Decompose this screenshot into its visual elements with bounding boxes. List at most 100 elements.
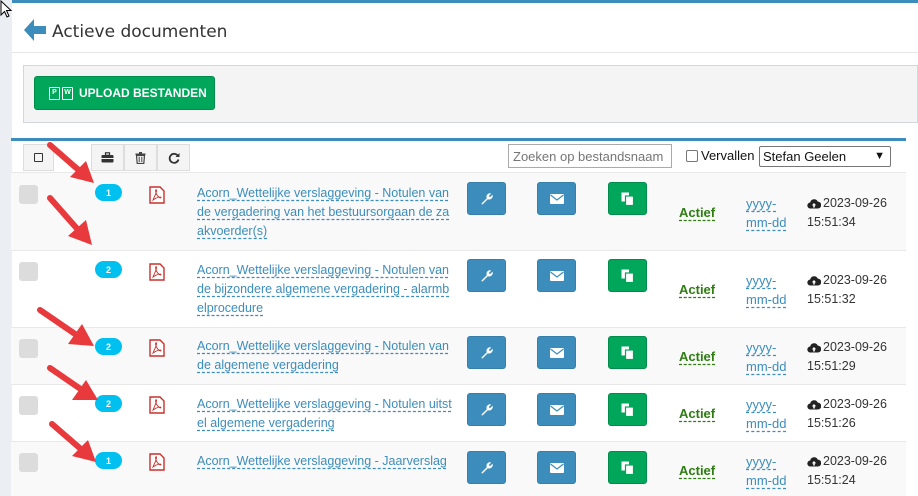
status-badge[interactable]: Actief — [679, 406, 715, 421]
copy-button[interactable] — [608, 393, 647, 426]
pdf-icon: P — [49, 86, 60, 100]
upload-date: 2023-09-26 — [823, 397, 887, 411]
upload-date: 2023-09-26 — [823, 196, 887, 210]
wrench-icon — [481, 461, 493, 473]
document-link[interactable]: Acorn_Wettelijke verslaggeving - Notulen… — [197, 261, 455, 318]
envelope-icon — [549, 462, 564, 473]
table-row: 1 Acorn_Wettelijke verslaggeving - Jaarv… — [11, 441, 906, 496]
word-icon: W — [62, 86, 73, 100]
copy-icon — [621, 461, 634, 475]
annotation-arrow-icon — [47, 365, 98, 400]
email-button[interactable] — [537, 393, 576, 426]
status-badge[interactable]: Actief — [679, 282, 715, 297]
wrench-icon — [481, 346, 493, 358]
upload-date: 2023-09-26 — [823, 454, 887, 468]
table-row: 2 Acorn_Wettelijke verslaggeving - Notul… — [11, 327, 906, 384]
version-badge[interactable]: 2 — [95, 261, 122, 278]
annotation-arrow-icon — [47, 195, 92, 245]
copy-button[interactable] — [608, 336, 647, 369]
file-type-icons: P W — [49, 86, 73, 100]
copy-button[interactable] — [608, 451, 647, 484]
expiry-date-link[interactable]: yyyy-mm-dd — [746, 338, 794, 376]
envelope-icon — [549, 270, 564, 281]
table-row: 2 Acorn_Wettelijke verslaggeving - Notul… — [11, 250, 906, 327]
row-checkbox[interactable] — [19, 185, 38, 204]
upload-timestamp: 2023-09-26 15:51:24 — [807, 452, 887, 490]
upload-date: 2023-09-26 — [823, 340, 887, 354]
user-select[interactable]: Stefan Geelen ▼ — [759, 146, 891, 167]
document-link[interactable]: Acorn_Wettelijke verslaggeving - Notulen… — [197, 337, 455, 375]
annotation-arrow-icon — [49, 421, 96, 462]
wrench-icon — [481, 269, 493, 281]
document-link[interactable]: Acorn_Wettelijke verslaggeving - Notulen… — [197, 184, 455, 241]
search-input[interactable] — [508, 144, 672, 168]
copy-icon — [621, 192, 634, 206]
upload-date: 2023-09-26 — [823, 273, 887, 287]
upload-timestamp: 2023-09-26 15:51:29 — [807, 338, 887, 376]
status-badge[interactable]: Actief — [679, 205, 715, 220]
row-checkbox[interactable] — [19, 453, 38, 472]
expiry-date-link[interactable]: yyyy-mm-dd — [746, 452, 794, 490]
copy-button[interactable] — [608, 259, 647, 292]
pdf-file-icon — [149, 339, 165, 357]
envelope-icon — [549, 347, 564, 358]
pdf-file-icon — [149, 453, 165, 471]
upload-files-button[interactable]: P W UPLOAD BESTANDEN — [34, 76, 215, 110]
email-button[interactable] — [537, 451, 576, 484]
expired-label: Vervallen — [701, 148, 755, 163]
refresh-icon — [168, 152, 179, 164]
copy-icon — [621, 403, 634, 417]
settings-button[interactable] — [467, 336, 506, 369]
settings-button[interactable] — [467, 393, 506, 426]
table-row: 2 Acorn_Wettelijke verslaggeving - Notul… — [11, 384, 906, 441]
page-title: Actieve documenten — [52, 22, 228, 42]
email-button[interactable] — [537, 336, 576, 369]
status-badge[interactable]: Actief — [679, 463, 715, 478]
table-row: 1 Acorn_Wettelijke verslaggeving - Notul… — [11, 172, 906, 250]
row-checkbox[interactable] — [19, 396, 38, 415]
settings-button[interactable] — [467, 259, 506, 292]
upload-timestamp: 2023-09-26 15:51:34 — [807, 194, 887, 232]
page-header: Actieve documenten — [12, 3, 918, 53]
cloud-upload-icon — [807, 400, 821, 410]
copy-button[interactable] — [608, 182, 647, 215]
refresh-button[interactable] — [157, 144, 190, 171]
back-arrow-icon[interactable] — [22, 17, 48, 43]
document-link[interactable]: Acorn_Wettelijke verslaggeving - Notulen… — [197, 395, 455, 433]
email-button[interactable] — [537, 182, 576, 215]
upload-timestamp: 2023-09-26 15:51:26 — [807, 395, 887, 433]
expired-filter[interactable]: Vervallen — [686, 148, 754, 163]
expired-checkbox[interactable] — [686, 149, 698, 162]
upload-time: 15:51:34 — [807, 215, 856, 229]
expiry-date-link[interactable]: yyyy-mm-dd — [746, 395, 794, 433]
settings-button[interactable] — [467, 451, 506, 484]
delete-button[interactable] — [124, 144, 157, 171]
cloud-upload-icon — [807, 199, 821, 209]
row-checkbox[interactable] — [19, 262, 38, 281]
upload-timestamp: 2023-09-26 15:51:32 — [807, 271, 887, 309]
cloud-upload-icon — [807, 343, 821, 353]
envelope-icon — [549, 404, 564, 415]
cloud-upload-icon — [807, 276, 821, 286]
upload-time: 15:51:29 — [807, 359, 856, 373]
table-top-border — [11, 138, 906, 141]
annotation-arrow-icon — [37, 307, 94, 346]
copy-icon — [621, 269, 634, 283]
upload-files-label: UPLOAD BESTANDEN — [79, 86, 207, 100]
briefcase-icon — [101, 152, 114, 163]
settings-button[interactable] — [467, 182, 506, 215]
email-button[interactable] — [537, 259, 576, 292]
expiry-date-link[interactable]: yyyy-mm-dd — [746, 271, 794, 309]
pdf-file-icon — [149, 263, 165, 281]
status-badge[interactable]: Actief — [679, 349, 715, 364]
copy-icon — [621, 346, 634, 360]
pdf-file-icon — [149, 396, 165, 414]
upload-time: 15:51:24 — [807, 473, 856, 487]
envelope-icon — [549, 193, 564, 204]
pdf-file-icon — [149, 186, 165, 204]
document-link[interactable]: Acorn_Wettelijke verslaggeving - Jaarver… — [197, 452, 455, 471]
upload-time: 15:51:32 — [807, 292, 856, 306]
expiry-date-link[interactable]: yyyy-mm-dd — [746, 194, 794, 232]
chevron-down-icon: ▼ — [874, 150, 885, 162]
annotation-arrow-icon — [47, 142, 94, 183]
